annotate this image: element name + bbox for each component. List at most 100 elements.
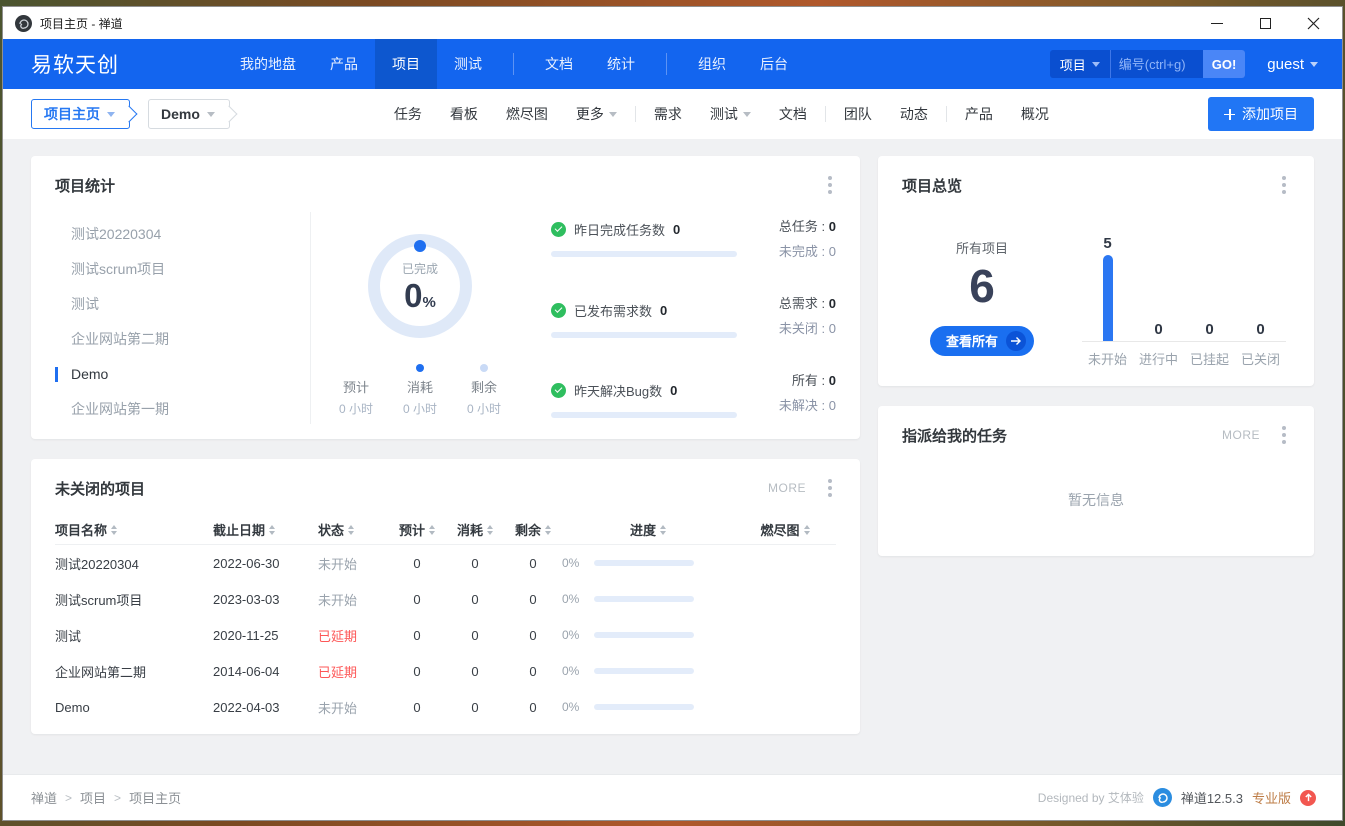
user-menu[interactable]: guest — [1267, 56, 1318, 73]
project-status-bar-chart: 5 0 0 0 — [1062, 204, 1290, 368]
col-header-progress[interactable]: 进度 — [562, 520, 734, 539]
kebab-menu-icon[interactable] — [824, 475, 836, 501]
username: guest — [1267, 56, 1304, 73]
menu-item-test[interactable]: 测试 — [696, 104, 765, 124]
menu-item-burndown[interactable]: 燃尽图 — [492, 104, 562, 124]
breadcrumb-project-home[interactable]: 项目主页 — [129, 788, 181, 807]
col-header-status[interactable]: 状态 — [318, 520, 388, 539]
sort-icon — [269, 525, 275, 535]
progress-bar — [594, 560, 694, 566]
menu-item-task[interactable]: 任务 — [380, 104, 436, 124]
nav-item-report[interactable]: 统计 — [590, 39, 652, 89]
view-all-button[interactable]: 查看所有 — [930, 326, 1034, 356]
col-header-deadline[interactable]: 截止日期 — [213, 520, 318, 539]
zentao-logo-icon — [1153, 788, 1172, 807]
menu-item-dynamic[interactable]: 动态 — [886, 104, 942, 124]
menu-item-story[interactable]: 需求 — [640, 104, 696, 124]
project-list-item-active[interactable]: Demo — [55, 364, 310, 385]
col-header-left[interactable]: 剩余 — [504, 520, 562, 539]
kebab-menu-icon[interactable] — [824, 172, 836, 198]
project-list: 测试20220304 测试scrum项目 测试 企业网站第二期 Demo 企业网… — [55, 212, 310, 424]
project-list-item[interactable]: 测试20220304 — [55, 224, 310, 245]
menu-item-overview[interactable]: 概况 — [1007, 104, 1063, 124]
add-project-button[interactable]: 添加项目 — [1208, 97, 1314, 131]
crumb-project-home-dropdown[interactable]: 项目主页 — [31, 99, 130, 129]
brand-logo[interactable]: 易软天创 — [3, 49, 149, 79]
metric-progress-bar — [551, 332, 737, 338]
menu-item-team[interactable]: 团队 — [830, 104, 886, 124]
table-row[interactable]: Demo 2022-04-03 未开始 0 0 0 0% — [55, 689, 836, 725]
sort-icon — [487, 525, 493, 535]
project-list-item[interactable]: 企业网站第一期 — [55, 399, 310, 420]
version-text[interactable]: 禅道12.5.3 — [1181, 788, 1243, 807]
kebab-menu-icon[interactable] — [1278, 422, 1290, 448]
search-input[interactable] — [1111, 50, 1203, 78]
col-header-burndown[interactable]: 燃尽图 — [734, 520, 836, 539]
nav-item-my[interactable]: 我的地盘 — [223, 39, 313, 89]
chevron-down-icon — [107, 112, 115, 117]
app-window: 项目主页 - 禅道 易软天创 我的地盘 产品 项目 测试 文档 统计 组织 后台 — [2, 6, 1343, 821]
col-header-consumed[interactable]: 消耗 — [446, 520, 504, 539]
close-icon[interactable] — [1306, 16, 1320, 30]
table-row[interactable]: 测试 2020-11-25 已延期 0 0 0 0% — [55, 617, 836, 653]
progress-bar — [594, 668, 694, 674]
breadcrumb-project[interactable]: 项目 — [80, 788, 106, 807]
panel-title: 指派给我的任务 — [902, 425, 1007, 446]
sort-icon — [660, 525, 666, 535]
more-link[interactable]: MORE — [768, 481, 806, 495]
sub-nav: 项目主页 Demo 任务 看板 燃尽图 更多 需求 测试 文档 团队 动态 — [3, 89, 1342, 139]
kebab-menu-icon[interactable] — [1278, 172, 1290, 198]
nav-item-org[interactable]: 组织 — [681, 39, 743, 89]
designed-by-text: Designed by 艾体验 — [1038, 789, 1144, 806]
plus-icon — [1224, 109, 1235, 120]
sort-icon — [111, 525, 117, 535]
empty-message: 暂无信息 — [902, 490, 1290, 510]
app-header: 易软天创 我的地盘 产品 项目 测试 文档 统计 组织 后台 项目 GO! — [3, 39, 1342, 89]
bar — [1103, 255, 1113, 341]
legend-dot-consumed — [416, 364, 424, 372]
zentao-app-icon — [15, 15, 32, 32]
breadcrumb-zentao[interactable]: 禅道 — [31, 788, 57, 807]
go-button[interactable]: GO! — [1203, 50, 1246, 78]
status-badge: 未开始 — [318, 698, 388, 717]
project-list-item[interactable]: 测试scrum项目 — [55, 259, 310, 280]
table-row[interactable]: 企业网站第二期 2014-06-04 已延期 0 0 0 0% — [55, 653, 836, 689]
metric-stories-released: 已发布需求数 0 — [551, 301, 740, 338]
chevron-down-icon — [743, 112, 751, 117]
donut-marker-dot — [414, 240, 426, 252]
totals-tasks: 总任务 : 0 未完成 : 0 — [750, 216, 836, 260]
col-header-name[interactable]: 项目名称 — [55, 520, 213, 539]
minimize-icon[interactable] — [1210, 16, 1224, 30]
maximize-icon[interactable] — [1258, 16, 1272, 30]
metric-progress-bar — [551, 412, 737, 418]
col-header-estimate[interactable]: 预计 — [388, 520, 446, 539]
nav-item-qa[interactable]: 测试 — [437, 39, 499, 89]
donut-legend: 预计 0 小时 消耗 0 小时 剩余 0 小时 — [331, 364, 509, 417]
nav-item-product[interactable]: 产品 — [313, 39, 375, 89]
nav-item-doc[interactable]: 文档 — [528, 39, 590, 89]
edition-link[interactable]: 专业版 — [1252, 788, 1291, 807]
progress-bar — [594, 596, 694, 602]
crumb-current-project-dropdown[interactable]: Demo — [148, 99, 230, 129]
menu-item-product[interactable]: 产品 — [951, 104, 1007, 124]
bar-doing: 0 — [1133, 214, 1184, 341]
nav-item-admin[interactable]: 后台 — [743, 39, 805, 89]
table-row[interactable]: 测试20220304 2022-06-30 未开始 0 0 0 0% — [55, 545, 836, 581]
nav-item-project[interactable]: 项目 — [375, 39, 437, 89]
breadcrumb: 禅道 > 项目 > 项目主页 — [31, 788, 181, 807]
project-list-item[interactable]: 测试 — [55, 294, 310, 315]
status-badge: 未开始 — [318, 554, 388, 573]
chevron-down-icon — [609, 112, 617, 117]
totals-bugs: 所有 : 0 未解决 : 0 — [750, 370, 836, 414]
table-row[interactable]: 测试scrum项目 2023-03-03 未开始 0 0 0 0% — [55, 581, 836, 617]
project-list-item[interactable]: 企业网站第二期 — [55, 329, 310, 350]
bar-suspended: 0 — [1184, 214, 1235, 341]
menu-item-kanban[interactable]: 看板 — [436, 104, 492, 124]
menu-item-more[interactable]: 更多 — [562, 104, 631, 124]
more-link[interactable]: MORE — [1222, 428, 1260, 442]
search-module-dropdown[interactable]: 项目 — [1050, 55, 1110, 74]
upgrade-arrow-icon[interactable] — [1300, 790, 1316, 806]
metric-tasks-done: 昨日完成任务数 0 — [551, 220, 740, 257]
menu-item-doc[interactable]: 文档 — [765, 104, 821, 124]
open-projects-panel: 未关闭的项目 MORE 项目名称 截止日期 状态 预计 消耗 剩余 进度 燃尽图 — [31, 459, 860, 734]
